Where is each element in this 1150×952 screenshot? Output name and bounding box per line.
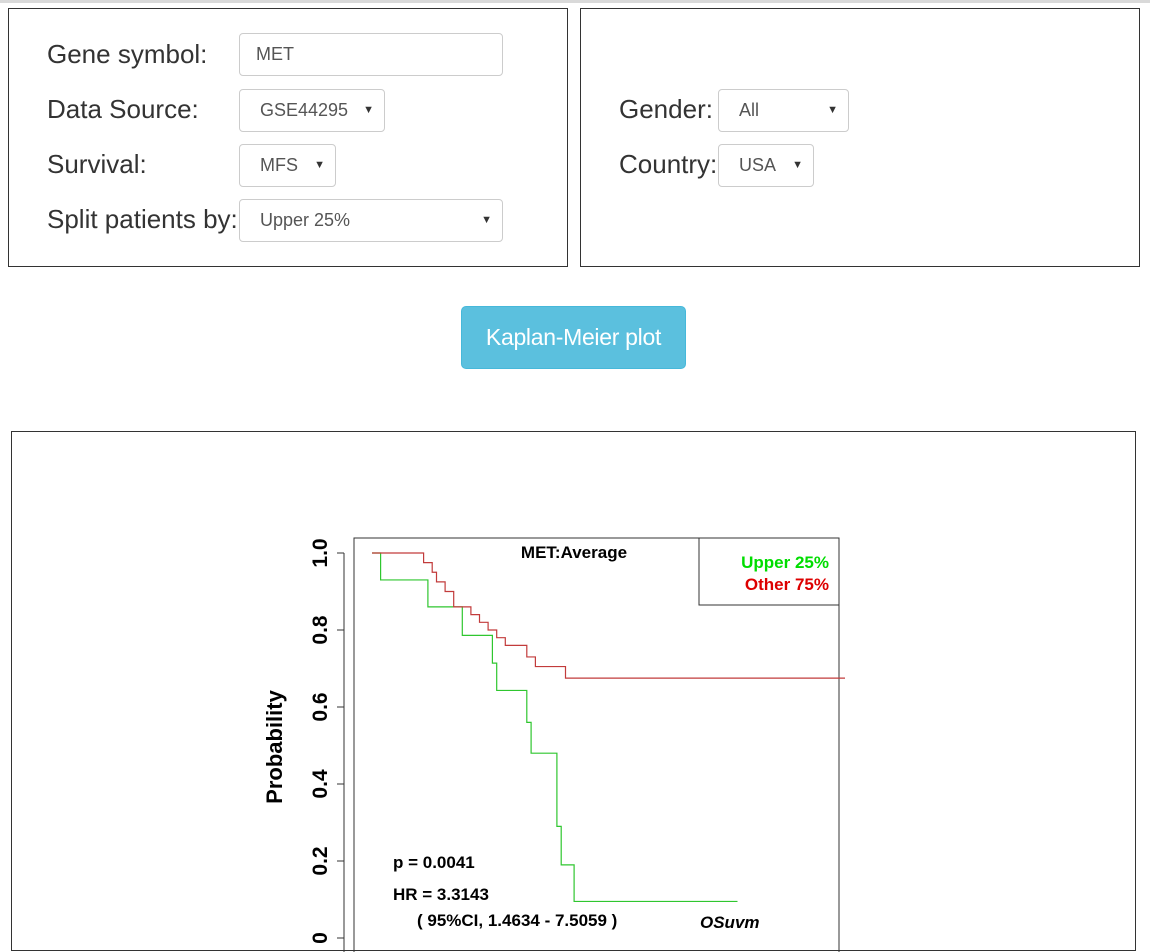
country-value: USA: [739, 155, 777, 175]
split-label: Split patients by:: [47, 204, 238, 234]
ci-label: ( 95%CI, 1.4634 - 7.5059 ): [417, 911, 617, 930]
chart-labels: 1.0 0.8 0.6 0.4 0.2 0 Probability MET:Average Up…: [262, 538, 829, 943]
km-curve: [372, 552, 738, 903]
split-value: Upper 25%: [260, 210, 351, 230]
caret-down-icon: ▼: [792, 159, 803, 171]
gene-symbol-label: Gene symbol:: [47, 39, 208, 69]
y-tick-label: 0.2: [309, 846, 332, 875]
survival-select[interactable]: MFS ▼: [239, 144, 336, 187]
split-select[interactable]: Upper 25% ▼: [239, 199, 503, 242]
y-axis-label: Probability: [262, 689, 287, 803]
kaplan-meier-plot-button[interactable]: Kaplan-Meier plot: [461, 306, 686, 369]
data-source-select[interactable]: GSE44295 ▼: [239, 89, 385, 132]
gender-select[interactable]: All ▼: [718, 89, 849, 132]
hr-label: HR = 3.3143: [393, 885, 489, 904]
legend-entry: Upper 25%: [741, 553, 829, 572]
km-chart: 1.0 0.8 0.6 0.4 0.2 0 Probability MET:Average Up…: [262, 537, 845, 952]
caret-down-icon: ▼: [363, 104, 374, 116]
dataset-tag-label: OSuvm: [700, 913, 760, 932]
y-tick-label: 0.6: [309, 692, 332, 721]
y-tick-label: 0.8: [309, 615, 332, 645]
p-value-label: p = 0.0041: [393, 853, 475, 872]
y-tick-label: 1.0: [309, 538, 332, 567]
caret-down-icon: ▼: [314, 159, 325, 171]
y-tick-label: 0.4: [309, 769, 332, 799]
chart-title: MET:Average: [521, 543, 627, 562]
filter-panel: Gender: All ▼ Country: USA ▼: [580, 8, 1140, 267]
top-border: [0, 0, 1150, 3]
legend-entry: Other 75%: [745, 575, 829, 594]
data-source-label: Data Source:: [47, 94, 199, 124]
gene-symbol-input[interactable]: [239, 33, 503, 76]
plot-frame: 1.0 0.8 0.6 0.4 0.2 0 Probability MET:Average Up…: [11, 431, 1136, 952]
survival-value: MFS: [260, 155, 298, 175]
gender-value: All: [739, 100, 760, 120]
caret-down-icon: ▼: [481, 214, 492, 226]
data-source-value: GSE44295: [260, 100, 349, 120]
caret-down-icon: ▼: [827, 104, 838, 116]
gender-label: Gender:: [619, 94, 713, 124]
country-select[interactable]: USA ▼: [718, 144, 814, 187]
country-label: Country:: [619, 149, 718, 179]
query-panel: Gene symbol: Data Source: GSE44295 ▼ Sur…: [8, 8, 568, 267]
y-tick-label: 0: [309, 932, 332, 944]
survival-label: Survival:: [47, 149, 147, 179]
